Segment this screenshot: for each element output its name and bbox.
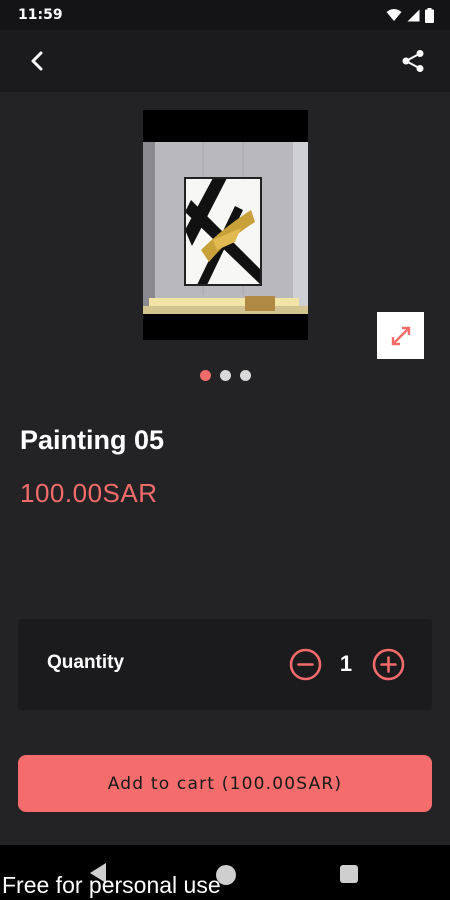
quantity-decrease-button[interactable]: [289, 648, 322, 681]
signal-icon: [407, 9, 420, 21]
quantity-increase-button[interactable]: [372, 648, 405, 681]
wifi-icon: [386, 9, 402, 21]
status-time: 11:59: [18, 7, 63, 23]
quantity-label: Quantity: [47, 652, 125, 673]
watermark-text: Free for personal use: [2, 872, 221, 898]
status-bar: 11:59: [0, 0, 450, 30]
share-button[interactable]: [398, 46, 428, 76]
share-icon: [402, 50, 424, 72]
expand-button[interactable]: [377, 312, 424, 359]
nav-recents-icon[interactable]: [340, 865, 358, 883]
product-image[interactable]: [143, 110, 308, 340]
expand-arrows-icon: [391, 326, 410, 345]
carousel-dot[interactable]: [239, 370, 251, 381]
carousel-dot[interactable]: [219, 370, 231, 381]
plus-circle-icon: [372, 648, 405, 681]
back-button[interactable]: [22, 46, 52, 76]
product-price: 100.00SAR: [20, 478, 158, 508]
back-chevron-icon: [31, 51, 43, 71]
status-icons: [386, 7, 434, 23]
minus-circle-icon: [289, 648, 322, 681]
painting-photo: [143, 110, 308, 340]
carousel-indicator: [0, 370, 450, 381]
carousel-dot-active[interactable]: [199, 370, 211, 381]
quantity-value: 1: [339, 651, 353, 676]
add-to-cart-button[interactable]: Add to cart (100.00SAR): [18, 755, 432, 812]
app-bar: [0, 30, 450, 92]
battery-icon: [425, 7, 434, 23]
quantity-panel: Quantity 1: [18, 619, 432, 710]
product-name: Painting 05: [20, 425, 165, 455]
add-to-cart-label: Add to cart (100.00SAR): [107, 773, 343, 794]
